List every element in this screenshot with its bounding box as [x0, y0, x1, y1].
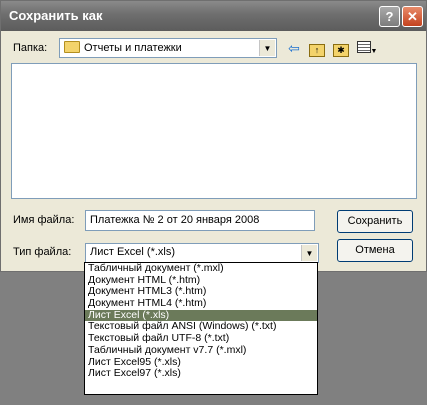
folder-up-icon[interactable]: ↑	[308, 39, 326, 57]
filename-label: Имя файла:	[13, 214, 75, 226]
save-button[interactable]: Сохранить	[337, 210, 413, 233]
filetype-select[interactable]: Лист Excel (*.xls) ▼	[85, 243, 319, 263]
filetype-option[interactable]: Табличный документ v7.7 (*.mxl)	[85, 344, 317, 357]
new-folder-icon[interactable]: ✱	[332, 39, 350, 57]
filetype-dropdown-list[interactable]: Табличный документ (*.mxl) Документ HTML…	[84, 262, 318, 395]
chevron-down-icon[interactable]: ▼	[301, 245, 317, 261]
file-list[interactable]	[11, 63, 417, 199]
filetype-option[interactable]: Лист Excel97 (*.xls)	[85, 367, 317, 380]
title-bar[interactable]: Сохранить как ? ✕	[1, 1, 426, 31]
filetype-option[interactable]: Табличный документ (*.mxl)	[85, 262, 317, 275]
folder-value: Отчеты и платежки	[84, 42, 182, 54]
window-title: Сохранить как	[9, 8, 103, 23]
filename-value: Платежка № 2 от 20 января 2008	[90, 214, 260, 226]
folder-select[interactable]: Отчеты и платежки ▼	[59, 38, 277, 58]
folder-icon	[64, 41, 80, 53]
chevron-down-icon[interactable]: ▼	[259, 40, 275, 56]
folder-label: Папка:	[13, 42, 48, 54]
close-button[interactable]: ✕	[402, 6, 423, 27]
save-as-dialog: Сохранить как ? ✕ Папка: Отчеты и платеж…	[0, 0, 427, 272]
filetype-label: Тип файла:	[13, 246, 72, 258]
filename-input[interactable]: Платежка № 2 от 20 января 2008	[85, 210, 315, 231]
view-menu-icon[interactable]: ▼	[355, 39, 379, 57]
filetype-option[interactable]: Документ HTML4 (*.htm)	[85, 297, 317, 310]
cancel-button[interactable]: Отмена	[337, 239, 413, 262]
filetype-value: Лист Excel (*.xls)	[90, 246, 176, 258]
back-arrow-icon[interactable]: ⇦	[285, 39, 303, 57]
help-button[interactable]: ?	[379, 6, 400, 27]
